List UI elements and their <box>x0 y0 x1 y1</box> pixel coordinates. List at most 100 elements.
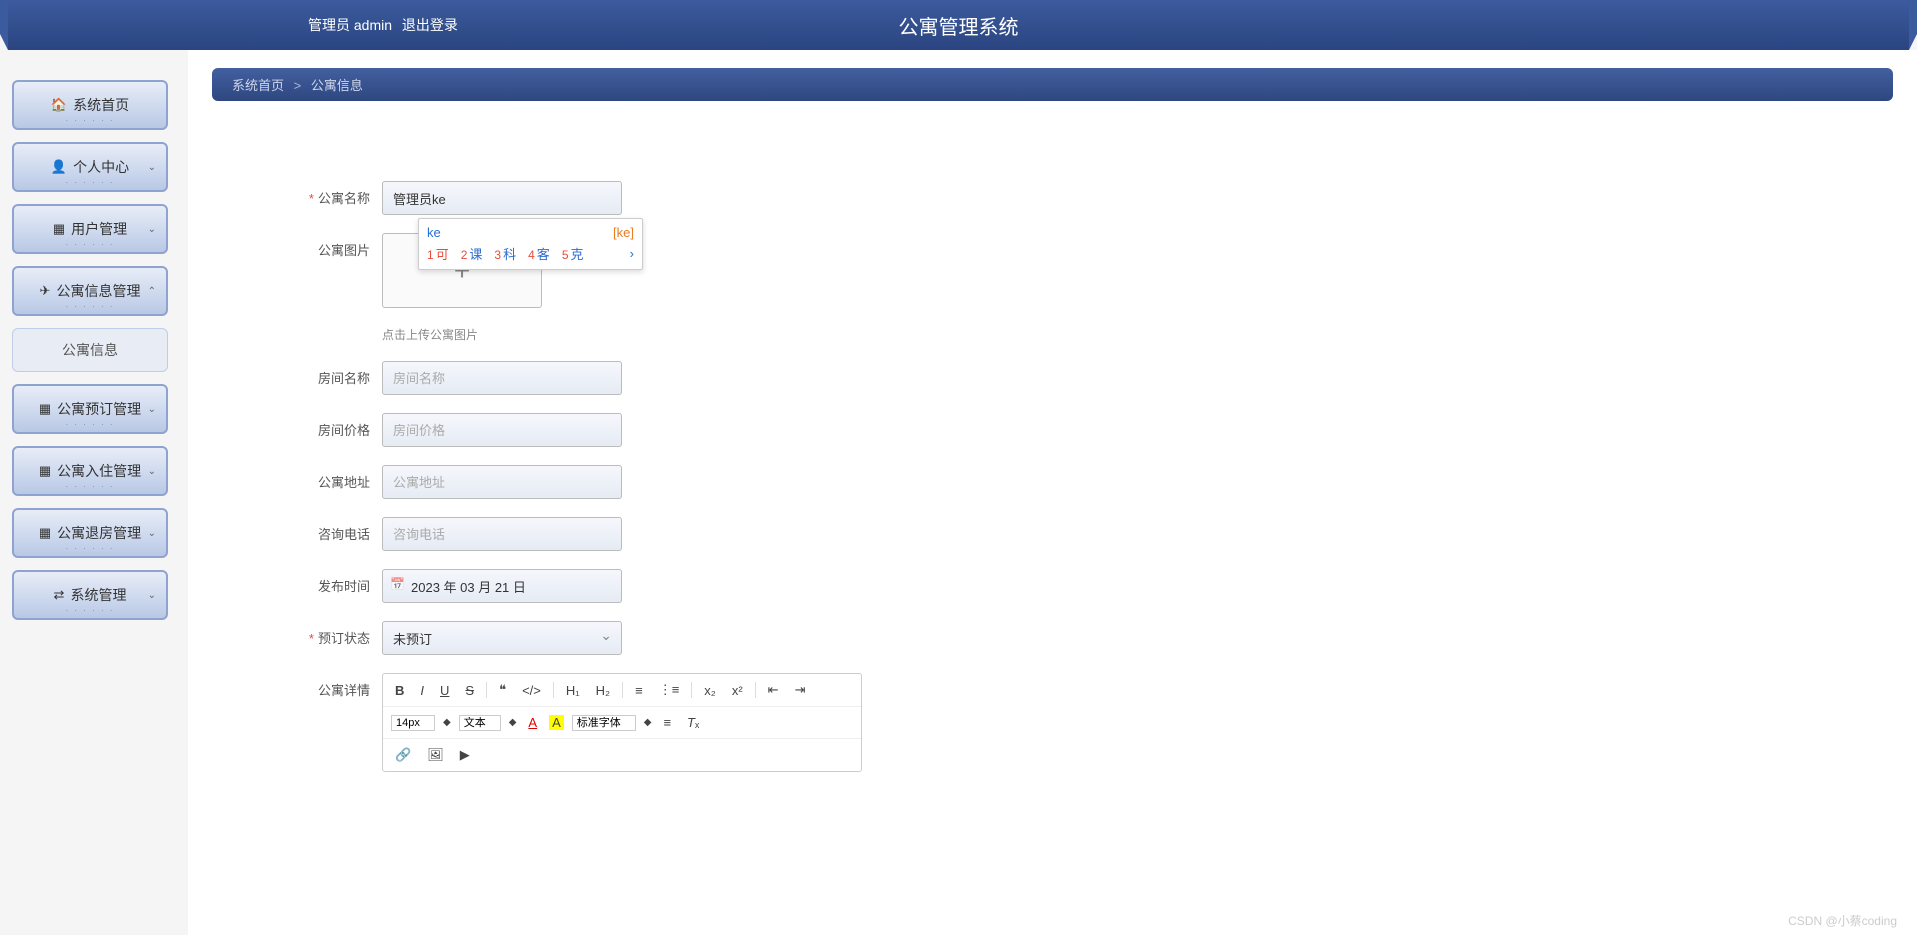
dots-decoration: · · · · · · <box>65 420 114 429</box>
font-family-select[interactable]: 标准字体 <box>572 715 636 731</box>
clear-button[interactable]: Tₓ <box>683 713 703 732</box>
dots-decoration: · · · · · · <box>65 116 114 125</box>
sidebar-item-label: 公寓入住管理 <box>57 461 141 481</box>
sidebar-item-checkout[interactable]: ▦ 公寓退房管理 ⌄ · · · · · · <box>12 508 168 558</box>
italic-button[interactable]: I <box>416 681 428 700</box>
ime-candidate[interactable]: 2课 <box>461 244 483 263</box>
watermark: CSDN @小蔡coding <box>1788 912 1897 929</box>
ime-candidate[interactable]: 1可 <box>427 244 449 263</box>
outdent-button[interactable]: ⇥ <box>791 680 810 700</box>
grid-icon: ▦ <box>53 221 65 237</box>
apt-addr-input[interactable] <box>382 465 622 499</box>
quote-button[interactable]: ❝ <box>495 680 510 700</box>
main-content: 系统首页 > 公寓信息 公寓名称 公寓图片 + 点击上传公寓图片 房间名称 房间… <box>188 50 1917 935</box>
room-name-input[interactable] <box>382 361 622 395</box>
sidebar-item-apt-info[interactable]: ✈ 公寓信息管理 ⌃ · · · · · · <box>12 266 168 316</box>
sidebar-item-label: 公寓信息管理 <box>56 281 140 301</box>
app-title: 公寓管理系统 <box>899 11 1019 40</box>
h2-button[interactable]: H₂ <box>592 681 614 700</box>
sidebar-subitem-apt-info[interactable]: 公寓信息 <box>12 328 168 372</box>
header: 管理员 admin 退出登录 公寓管理系统 <box>8 0 1909 50</box>
sidebar: 🏠 系统首页 · · · · · · 👤 个人中心 ⌄ · · · · · · … <box>0 50 180 935</box>
dots-decoration: · · · · · · <box>65 302 114 311</box>
grid-icon: ▦ <box>39 401 51 417</box>
sidebar-item-label: 系统首页 <box>73 95 129 115</box>
detail-label: 公寓详情 <box>292 673 382 699</box>
rich-text-editor: B I U S ❝ </> H₁ H₂ ≡ ⋮≡ x₂ <box>382 673 862 772</box>
dots-decoration: · · · · · · <box>65 240 114 249</box>
logout-link[interactable]: 退出登录 <box>402 17 458 33</box>
book-status-select[interactable] <box>382 621 622 655</box>
chevron-down-icon: ⌄ <box>148 162 156 173</box>
apt-name-input[interactable] <box>382 181 622 215</box>
book-status-label: 预订状态 <box>292 621 382 647</box>
breadcrumb-sep: > <box>294 78 302 93</box>
sidebar-item-system[interactable]: ⇄ 系统管理 ⌄ · · · · · · <box>12 570 168 620</box>
video-button[interactable]: ▶ <box>456 745 474 765</box>
ime-phonetic: [ke] <box>613 225 634 240</box>
indent-button[interactable]: ⇤ <box>764 680 783 700</box>
dots-decoration: · · · · · · <box>65 606 114 615</box>
home-icon: 🏠 <box>51 97 67 113</box>
strike-button[interactable]: S <box>461 681 478 700</box>
breadcrumb: 系统首页 > 公寓信息 <box>212 68 1893 101</box>
sidebar-item-profile[interactable]: 👤 个人中心 ⌄ · · · · · · <box>12 142 168 192</box>
breadcrumb-root[interactable]: 系统首页 <box>232 78 284 93</box>
ul-button[interactable]: ⋮≡ <box>655 680 684 700</box>
color-button[interactable]: A <box>524 713 541 732</box>
room-name-label: 房间名称 <box>292 361 382 387</box>
ime-candidate[interactable]: 5克 <box>562 244 584 263</box>
chevron-down-icon: ⌄ <box>148 528 156 539</box>
sidebar-item-users[interactable]: ▦ 用户管理 ⌄ · · · · · · <box>12 204 168 254</box>
sub-button[interactable]: x₂ <box>700 681 720 700</box>
code-button[interactable]: </> <box>518 681 545 700</box>
phone-input[interactable] <box>382 517 622 551</box>
grid-icon: ▦ <box>39 525 51 541</box>
phone-label: 咨询电话 <box>292 517 382 543</box>
font-type-select[interactable]: 文本 <box>459 715 501 731</box>
ime-candidate[interactable]: 4客 <box>528 244 550 263</box>
sidebar-item-label: 公寓信息 <box>62 340 118 360</box>
pub-date-label: 发布时间 <box>292 569 382 595</box>
dots-decoration: · · · · · · <box>65 178 114 187</box>
admin-info: 管理员 admin 退出登录 <box>308 15 458 35</box>
link-button[interactable]: 🔗 <box>391 745 415 765</box>
sidebar-item-booking[interactable]: ▦ 公寓预订管理 ⌄ · · · · · · <box>12 384 168 434</box>
sidebar-item-label: 公寓预订管理 <box>57 399 141 419</box>
chevron-down-icon: ⌄ <box>148 404 156 415</box>
editor-toolbar-3: 🔗 🖼 ▶ <box>383 739 861 771</box>
apt-image-label: 公寓图片 <box>292 233 382 259</box>
admin-label: 管理员 admin <box>308 17 392 33</box>
plane-icon: ✈ <box>40 283 51 299</box>
sidebar-item-home[interactable]: 🏠 系统首页 · · · · · · <box>12 80 168 130</box>
ime-typed: ke <box>427 225 441 240</box>
apt-addr-label: 公寓地址 <box>292 465 382 491</box>
sidebar-item-label: 系统管理 <box>70 585 126 605</box>
align-button[interactable]: ≡ <box>659 713 675 732</box>
upload-hint: 点击上传公寓图片 <box>382 326 1492 343</box>
h1-button[interactable]: H₁ <box>562 681 584 700</box>
bold-button[interactable]: B <box>391 681 408 700</box>
editor-toolbar-2: 14px ◆ 文本 ◆ A A 标准字体 ◆ ≡ Tₓ <box>383 707 861 739</box>
ime-candidate[interactable]: 3科 <box>494 244 516 263</box>
apt-name-label: 公寓名称 <box>292 181 382 207</box>
ol-button[interactable]: ≡ <box>631 681 647 700</box>
pub-date-input[interactable] <box>382 569 622 603</box>
chevron-down-icon: ⌄ <box>148 466 156 477</box>
ime-next-icon[interactable]: › <box>630 246 634 261</box>
room-price-label: 房间价格 <box>292 413 382 439</box>
grid-icon: ▦ <box>39 463 51 479</box>
dots-decoration: · · · · · · <box>65 544 114 553</box>
sidebar-item-label: 个人中心 <box>73 157 129 177</box>
chevron-up-icon: ⌃ <box>148 286 156 297</box>
chevron-down-icon: ⌄ <box>148 590 156 601</box>
sidebar-item-label: 用户管理 <box>71 219 127 239</box>
image-button[interactable]: 🖼 <box>423 745 448 765</box>
bgcolor-button[interactable]: A <box>549 715 564 730</box>
underline-button[interactable]: U <box>436 681 453 700</box>
sup-button[interactable]: x² <box>728 681 747 700</box>
breadcrumb-current: 公寓信息 <box>311 78 363 93</box>
font-size-select[interactable]: 14px <box>391 715 435 731</box>
sidebar-item-checkin[interactable]: ▦ 公寓入住管理 ⌄ · · · · · · <box>12 446 168 496</box>
room-price-input[interactable] <box>382 413 622 447</box>
